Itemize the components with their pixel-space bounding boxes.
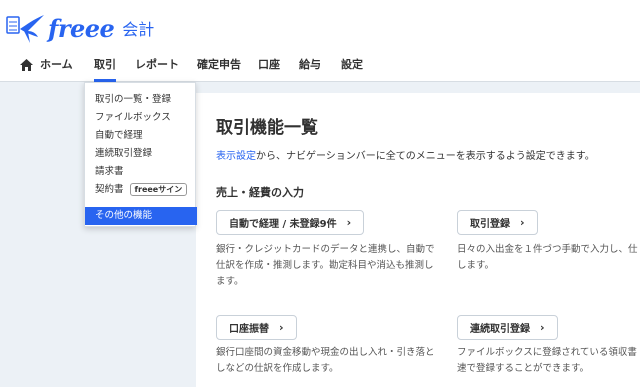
nav-account[interactable]: 口座	[258, 56, 280, 82]
torihiki-dropdown-menu: 取引の一覧・登録 ファイルボックス 自動で経理 連続取引登録 請求書 契約書 fr…	[84, 82, 197, 227]
button-label: 連続取引登録	[470, 324, 530, 335]
nav-torihiki[interactable]: 取引	[94, 56, 116, 82]
freee-sign-tag: freeeサイン	[129, 183, 188, 196]
button-label: 口座振替	[229, 324, 269, 335]
card-desc-line: します。	[457, 260, 495, 271]
description-text: から、ナビゲーションバーに全てのメニューを表示するよう設定できます。	[256, 151, 595, 162]
card-desc-line: 銀行・クレジットカードのデータと連携し、自動で	[216, 244, 435, 255]
page-title: 取引機能一覧	[216, 118, 318, 138]
card-description: ファイルボックスに登録されている領収書 速で登録することができます。	[457, 345, 640, 377]
button-label: 自動で経理 / 未登録9件	[229, 219, 337, 230]
card-desc-line: しなどの仕訳を作成します。	[216, 363, 339, 374]
card-desc-line: ファイルボックスに登録されている領収書	[457, 347, 637, 358]
nav-payroll[interactable]: 給与	[299, 56, 321, 82]
auto-bookkeeping-button[interactable]: 自動で経理 / 未登録9件 ›	[216, 210, 365, 235]
main-panel: 取引機能一覧 表示設定から、ナビゲーションバーに全てのメニューを表示するよう設定…	[196, 93, 640, 387]
menu-item-contract[interactable]: 契約書 freeeサイン	[95, 181, 188, 196]
home-icon[interactable]	[20, 59, 33, 71]
nav-settings[interactable]: 設定	[341, 56, 363, 82]
transaction-entry-button[interactable]: 取引登録 ›	[457, 210, 538, 235]
card-desc-line: 日々の入出金を１件づつ手動で入力し、仕	[457, 244, 638, 255]
menu-item-continuous-entry[interactable]: 連続取引登録	[95, 145, 152, 159]
menu-item-filebox[interactable]: ファイルボックス	[95, 109, 171, 123]
bird-notebook-icon	[6, 15, 44, 43]
menu-item-auto-bookkeeping[interactable]: 自動で経理	[95, 127, 143, 141]
section-title: 売上・経費の入力	[216, 186, 304, 199]
nav-tax-return[interactable]: 確定申告	[197, 56, 241, 82]
brand-name: freee	[48, 13, 115, 43]
nav-home[interactable]: ホーム	[40, 56, 73, 82]
card-description: 銀行・クレジットカードのデータと連携し、自動で 仕訳を作成・推測します。勘定科目…	[216, 242, 446, 290]
menu-item-other-features[interactable]: その他の機能	[85, 207, 197, 225]
account-transfer-button[interactable]: 口座振替 ›	[216, 315, 297, 340]
menu-item-invoice[interactable]: 請求書	[95, 163, 124, 177]
nav-report[interactable]: レポート	[135, 56, 179, 82]
chevron-right-icon: ›	[540, 321, 545, 334]
card-desc-line: 仕訳を作成・推測します。勘定科目や消込も推測し	[216, 260, 434, 271]
continuous-entry-button[interactable]: 連続取引登録 ›	[457, 315, 558, 340]
chevron-right-icon: ›	[346, 216, 352, 229]
menu-item-label: 契約書	[95, 184, 124, 195]
card-description: 日々の入出金を１件づつ手動で入力し、仕 します。	[457, 242, 640, 274]
card-description: 銀行口座間の資金移動や現金の出し入れ・引き落と しなどの仕訳を作成します。	[216, 345, 446, 377]
app-header: freee 会計 ホーム 取引 レポート 確定申告 口座 給与 設定	[0, 0, 640, 82]
page-description: 表示設定から、ナビゲーションバーに全てのメニューを表示するよう設定できます。	[216, 147, 595, 162]
product-name: 会計	[122, 20, 155, 39]
chevron-right-icon: ›	[279, 321, 284, 334]
freee-logo[interactable]: freee 会計	[6, 10, 154, 46]
chevron-right-icon: ›	[520, 216, 525, 229]
card-desc-line: 銀行口座間の資金移動や現金の出し入れ・引き落と	[216, 347, 435, 358]
button-label: 取引登録	[470, 219, 510, 230]
menu-item-transaction-list[interactable]: 取引の一覧・登録	[95, 91, 171, 105]
card-desc-line: 速で登録することができます。	[457, 363, 590, 374]
card-desc-line: ます。	[216, 276, 244, 287]
display-settings-link[interactable]: 表示設定	[216, 151, 256, 162]
